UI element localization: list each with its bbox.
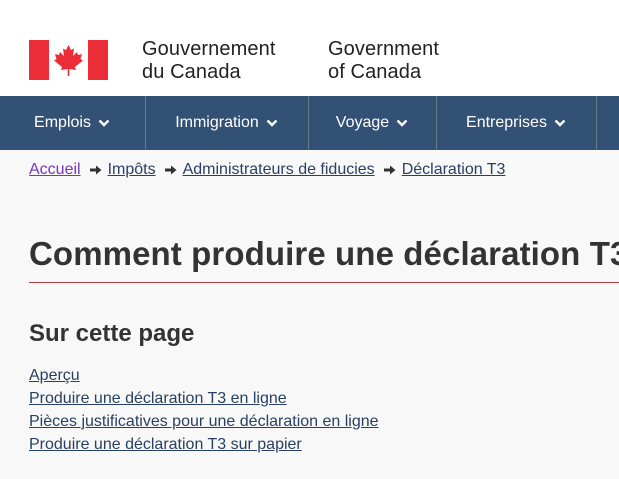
- menu-item-entreprises[interactable]: Entreprises: [437, 96, 597, 150]
- signature-french: Gouvernement du Canada: [142, 38, 276, 84]
- breadcrumb-link-accueil[interactable]: Accueil: [29, 161, 81, 179]
- breadcrumb-link-impots[interactable]: Impôts: [108, 161, 156, 179]
- list-item: Produire une déclaration T3 en ligne: [29, 387, 379, 410]
- menu-item-label: Entreprises: [466, 114, 547, 131]
- canada-flag-icon[interactable]: [29, 40, 108, 80]
- breadcrumb-link-declaration-t3[interactable]: Déclaration T3: [402, 161, 506, 179]
- signature-en-line1: Government: [328, 38, 440, 60]
- page-title: Comment produire une déclaration T3: [29, 235, 619, 272]
- arrow-right-icon: [383, 165, 396, 175]
- signature-fr-line2: du Canada: [142, 61, 241, 83]
- arrow-right-icon: [164, 165, 177, 175]
- signature-english: Government of Canada: [328, 38, 439, 84]
- title-underline: [29, 282, 619, 283]
- menu-item-overflow[interactable]: [597, 96, 619, 150]
- signature-en-line2: of Canada: [328, 61, 422, 83]
- toc-link-pieces-justificatives[interactable]: Pièces justificatives pour une déclarati…: [29, 413, 379, 430]
- signature-fr-line1: Gouvernement: [142, 38, 276, 60]
- menu-item-label: Immigration: [175, 114, 259, 131]
- menu-item-emplois[interactable]: Emplois: [0, 96, 146, 150]
- chevron-down-icon: [98, 119, 110, 127]
- menu-item-label: Emplois: [34, 114, 91, 131]
- toc-heading: Sur cette page: [29, 320, 195, 347]
- menu-item-label: Voyage: [335, 114, 390, 131]
- breadcrumb: Accueil Impôts Administrateurs de fiduci…: [0, 150, 619, 192]
- list-item: Pièces justificatives pour une déclarati…: [29, 410, 379, 433]
- menu-item-voyage[interactable]: Voyage: [309, 96, 437, 150]
- chevron-down-icon: [266, 119, 278, 127]
- breadcrumb-link-administrateurs[interactable]: Administrateurs de fiducies: [183, 161, 375, 179]
- breadcrumb-list: Accueil Impôts Administrateurs de fiduci…: [29, 161, 505, 179]
- site-header: Gouvernement du Canada Government of Can…: [0, 0, 619, 96]
- toc-list: Aperçu Produire une déclaration T3 en li…: [29, 364, 379, 456]
- toc-link-produire-papier[interactable]: Produire une déclaration T3 sur papier: [29, 436, 302, 453]
- chevron-down-icon: [554, 119, 566, 127]
- chevron-down-icon: [396, 119, 408, 127]
- list-item: Aperçu: [29, 364, 379, 387]
- list-item: Produire une déclaration T3 sur papier: [29, 433, 379, 456]
- toc-link-produire-en-ligne[interactable]: Produire une déclaration T3 en ligne: [29, 390, 287, 407]
- menu-item-immigration[interactable]: Immigration: [146, 96, 309, 150]
- page: Gouvernement du Canada Government of Can…: [0, 0, 619, 479]
- arrow-right-icon: [89, 165, 102, 175]
- main-menu: Emplois Immigration Voyage Entreprises: [0, 96, 619, 150]
- main-content: Comment produire une déclaration T3 Sur …: [0, 192, 619, 479]
- toc-link-apercu[interactable]: Aperçu: [29, 367, 80, 384]
